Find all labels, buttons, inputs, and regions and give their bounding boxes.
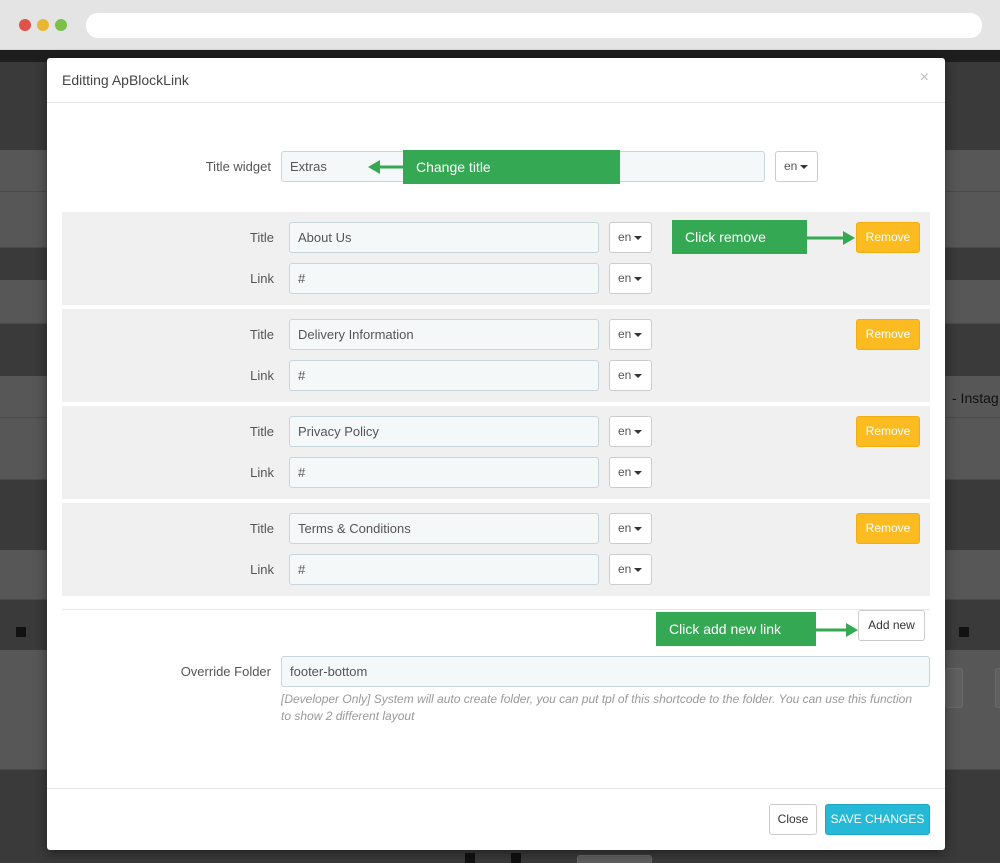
title-label: Title <box>249 327 274 342</box>
lang-label: en <box>618 327 632 341</box>
link-label: Link <box>250 271 274 286</box>
title-widget-label: Title widget <box>205 159 271 174</box>
link-label: Link <box>250 562 274 577</box>
modal-footer: Close SAVE CHANGES <box>47 788 945 850</box>
collapse-icon <box>16 627 26 637</box>
arrow-right-icon <box>806 231 855 245</box>
caret-down-icon <box>634 276 643 281</box>
title-lang-dropdown[interactable]: en <box>609 222 652 253</box>
link-url-input[interactable]: # <box>289 457 599 488</box>
title-label: Title <box>249 521 274 536</box>
background-box <box>577 855 652 863</box>
link-lang-dropdown[interactable]: en <box>609 263 652 294</box>
title-lang-dropdown[interactable]: en <box>609 416 652 447</box>
caret-down-icon <box>634 235 643 240</box>
link-title-input[interactable]: Terms & Conditions <box>289 513 599 544</box>
background-partial-text: - Instag <box>952 390 999 406</box>
remove-button[interactable]: Remove <box>856 513 920 544</box>
remove-button[interactable]: Remove <box>856 222 920 253</box>
close-button[interactable]: Close <box>769 804 817 835</box>
expand-icon <box>511 853 521 863</box>
link-url-input[interactable]: # <box>289 554 599 585</box>
link-row: Title Delivery Information en Link # en … <box>62 309 930 402</box>
browser-chrome <box>0 0 1000 50</box>
window-minimize-dot[interactable] <box>37 19 49 31</box>
override-folder-help-text: [Developer Only] System will auto create… <box>281 692 913 723</box>
address-bar[interactable] <box>86 13 982 38</box>
caret-down-icon <box>634 567 643 572</box>
annotation-click-add-new-link: Click add new link <box>656 612 816 646</box>
remove-button[interactable]: Remove <box>856 319 920 350</box>
modal-title: Editting ApBlockLink <box>62 72 189 88</box>
link-label: Link <box>250 368 274 383</box>
caret-down-icon <box>634 429 643 434</box>
caret-down-icon <box>634 470 643 475</box>
expand-icon <box>959 627 969 637</box>
caret-down-icon <box>634 332 643 337</box>
background-box <box>995 668 1000 708</box>
lang-label: en <box>618 271 632 285</box>
link-lang-dropdown[interactable]: en <box>609 360 652 391</box>
link-url-input[interactable]: # <box>289 360 599 391</box>
arrow-left-icon <box>368 160 404 174</box>
caret-down-icon <box>634 373 643 378</box>
add-new-link-button[interactable]: Add new <box>858 610 925 641</box>
save-changes-button[interactable]: SAVE CHANGES <box>825 804 930 835</box>
caret-down-icon <box>800 164 809 169</box>
link-url-input[interactable]: # <box>289 263 599 294</box>
title-label: Title <box>249 230 274 245</box>
background-box <box>945 668 963 708</box>
title-widget-lang-dropdown[interactable]: en <box>775 151 818 182</box>
link-title-input[interactable]: About Us <box>289 222 599 253</box>
close-icon[interactable]: × <box>920 69 929 87</box>
lang-label: en <box>618 368 632 382</box>
link-row: Title Privacy Policy en Link # en Remove <box>62 406 930 499</box>
lang-label: en <box>618 562 632 576</box>
title-label: Title <box>249 424 274 439</box>
link-row: Title Terms & Conditions en Link # en Re… <box>62 503 930 596</box>
lang-label: en <box>784 159 798 173</box>
title-lang-dropdown[interactable]: en <box>609 319 652 350</box>
link-lang-dropdown[interactable]: en <box>609 457 652 488</box>
remove-button[interactable]: Remove <box>856 416 920 447</box>
override-folder-label: Override Folder <box>180 664 271 679</box>
caret-down-icon <box>634 526 643 531</box>
link-title-input[interactable]: Delivery Information <box>289 319 599 350</box>
modal-header: Editting ApBlockLink × <box>47 58 945 103</box>
lang-label: en <box>618 465 632 479</box>
link-lang-dropdown[interactable]: en <box>609 554 652 585</box>
lang-label: en <box>618 230 632 244</box>
lang-label: en <box>618 424 632 438</box>
link-title-input[interactable]: Privacy Policy <box>289 416 599 447</box>
title-lang-dropdown[interactable]: en <box>609 513 652 544</box>
window-close-dot[interactable] <box>19 19 31 31</box>
link-label: Link <box>250 465 274 480</box>
window-maximize-dot[interactable] <box>55 19 67 31</box>
arrow-right-icon <box>815 623 858 637</box>
collapse-icon <box>465 853 475 863</box>
divider <box>62 609 930 610</box>
annotation-change-title: Change title <box>403 150 620 184</box>
lang-label: en <box>618 521 632 535</box>
override-folder-input[interactable]: footer-bottom <box>281 656 930 687</box>
annotation-click-remove: Click remove <box>672 220 807 254</box>
